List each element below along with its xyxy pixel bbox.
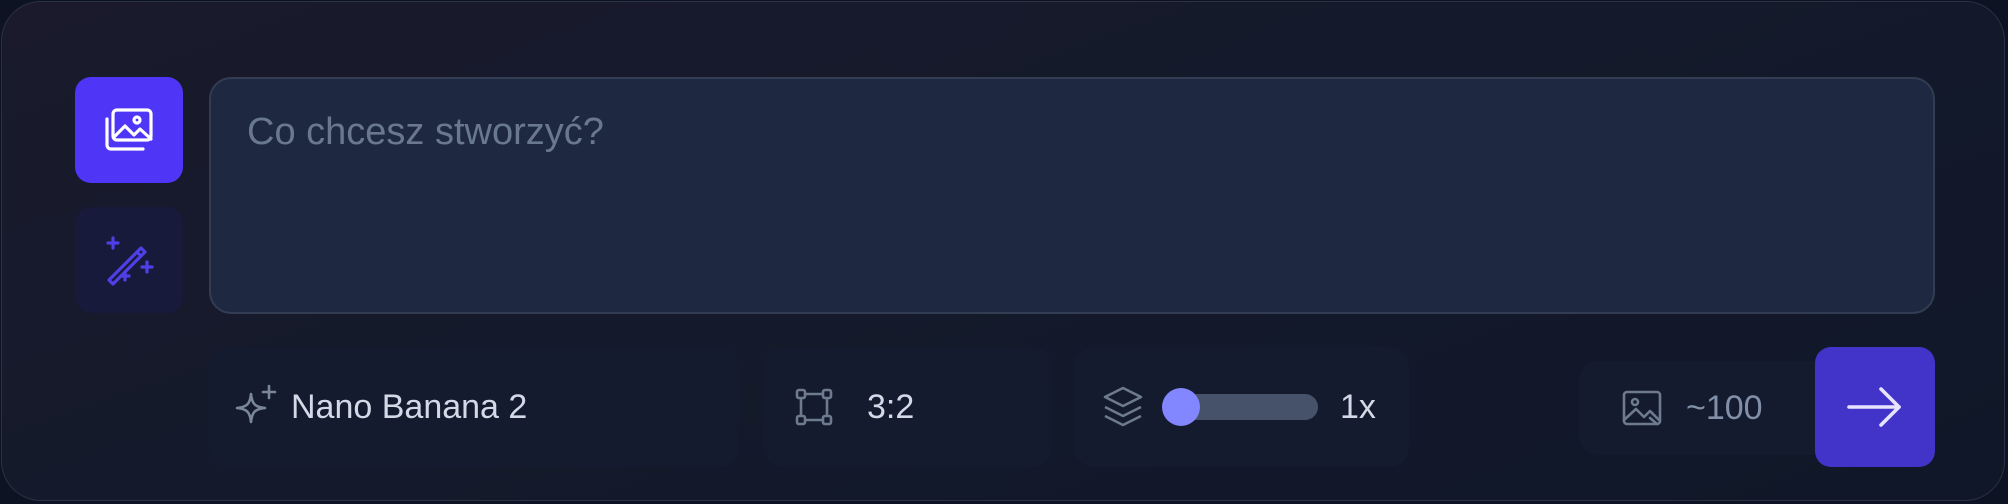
prompt-panel: Nano Banana 2 3:2 1x ~100 — [1, 1, 2005, 501]
quantity-control: 1x — [1074, 347, 1409, 467]
sparkles-icon — [235, 384, 277, 424]
credits-indicator: ~100 — [1579, 361, 1839, 455]
magic-wand-icon — [106, 236, 154, 286]
model-selector[interactable]: Nano Banana 2 — [209, 347, 739, 467]
arrow-right-icon — [1847, 387, 1901, 427]
magic-mode-button[interactable] — [75, 207, 183, 313]
image-mode-button[interactable] — [75, 77, 183, 183]
aspect-ratio-selector[interactable]: 3:2 — [763, 347, 1052, 467]
images-icon — [105, 108, 153, 151]
model-label: Nano Banana 2 — [291, 387, 528, 426]
submit-button[interactable] — [1815, 347, 1935, 467]
quantity-slider[interactable] — [1162, 388, 1318, 426]
quantity-label: 1x — [1340, 387, 1376, 426]
aspect-ratio-label: 3:2 — [867, 387, 915, 426]
slider-thumb[interactable] — [1162, 388, 1200, 426]
credits-label: ~100 — [1686, 388, 1763, 427]
crop-frame-icon — [795, 388, 833, 426]
prompt-input[interactable] — [209, 77, 1935, 314]
image-icon — [1622, 390, 1662, 426]
layers-icon — [1103, 386, 1143, 427]
